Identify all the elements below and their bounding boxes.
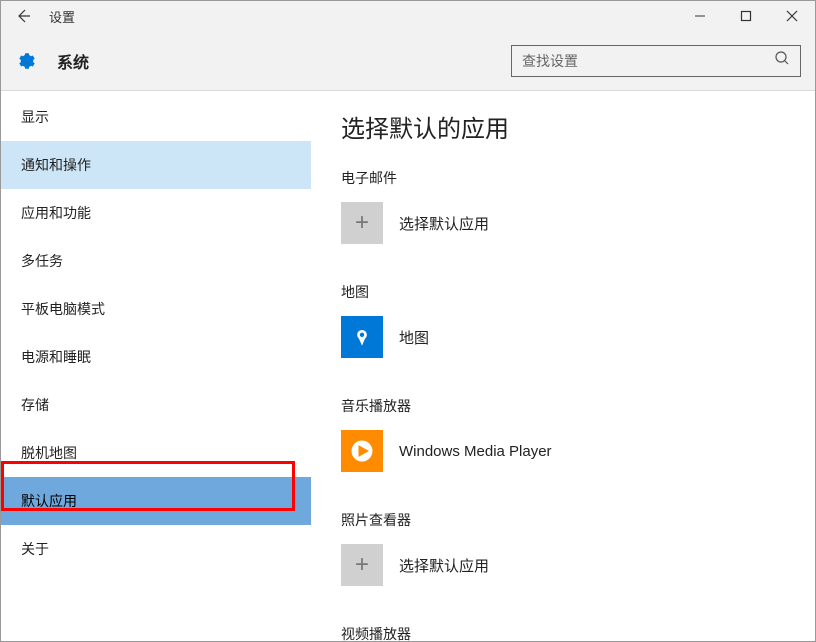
- app-label: 选择默认应用: [399, 555, 489, 576]
- gear-icon: [15, 49, 39, 73]
- app-row-music[interactable]: Windows Media Player: [341, 430, 785, 472]
- titlebar: 设置: [1, 1, 815, 31]
- search-icon: [774, 50, 790, 71]
- section-email: 电子邮件 + 选择默认应用: [341, 168, 785, 244]
- search-input[interactable]: [522, 53, 774, 69]
- sidebar-item-display[interactable]: 显示: [1, 93, 311, 141]
- section-maps: 地图 地图: [341, 282, 785, 358]
- maximize-button[interactable]: [723, 1, 769, 31]
- page-header-title: 系统: [57, 49, 89, 73]
- back-button[interactable]: [15, 8, 31, 24]
- app-label: Windows Media Player: [399, 443, 552, 460]
- wmp-icon: [341, 430, 383, 472]
- section-title: 视频播放器: [341, 624, 785, 641]
- section-title: 电子邮件: [341, 168, 785, 188]
- sidebar-item-notifications[interactable]: 通知和操作: [1, 141, 311, 189]
- app-row-maps[interactable]: 地图: [341, 316, 785, 358]
- app-label: 选择默认应用: [399, 213, 489, 234]
- section-title: 地图: [341, 282, 785, 302]
- sidebar-item-tablet[interactable]: 平板电脑模式: [1, 285, 311, 333]
- sidebar-item-offlinemaps[interactable]: 脱机地图: [1, 429, 311, 477]
- app-label: 地图: [399, 327, 429, 348]
- sidebar-item-power[interactable]: 电源和睡眠: [1, 333, 311, 381]
- section-photo: 照片查看器 + 选择默认应用: [341, 510, 785, 586]
- window-title: 设置: [49, 7, 75, 26]
- section-music: 音乐播放器 Windows Media Player: [341, 396, 785, 472]
- sidebar-item-defaultapps[interactable]: 默认应用: [1, 477, 311, 525]
- plus-icon: +: [341, 202, 383, 244]
- app-row-email[interactable]: + 选择默认应用: [341, 202, 785, 244]
- sidebar-item-about[interactable]: 关于: [1, 525, 311, 573]
- sidebar-item-apps[interactable]: 应用和功能: [1, 189, 311, 237]
- section-title: 照片查看器: [341, 510, 785, 530]
- close-button[interactable]: [769, 1, 815, 31]
- search-box[interactable]: [511, 45, 801, 77]
- section-title: 音乐播放器: [341, 396, 785, 416]
- section-video: 视频播放器: [341, 624, 785, 641]
- plus-icon: +: [341, 544, 383, 586]
- sidebar-item-multitasking[interactable]: 多任务: [1, 237, 311, 285]
- sidebar: 显示 通知和操作 应用和功能 多任务 平板电脑模式 电源和睡眠 存储 脱机地图 …: [1, 91, 311, 641]
- sidebar-item-storage[interactable]: 存储: [1, 381, 311, 429]
- minimize-button[interactable]: [677, 1, 723, 31]
- content-area: 选择默认的应用 电子邮件 + 选择默认应用 地图 地图 音乐播放器: [311, 91, 815, 641]
- page-title: 选择默认的应用: [341, 109, 785, 144]
- header: 系统: [1, 31, 815, 91]
- app-row-photo[interactable]: + 选择默认应用: [341, 544, 785, 586]
- maps-icon: [341, 316, 383, 358]
